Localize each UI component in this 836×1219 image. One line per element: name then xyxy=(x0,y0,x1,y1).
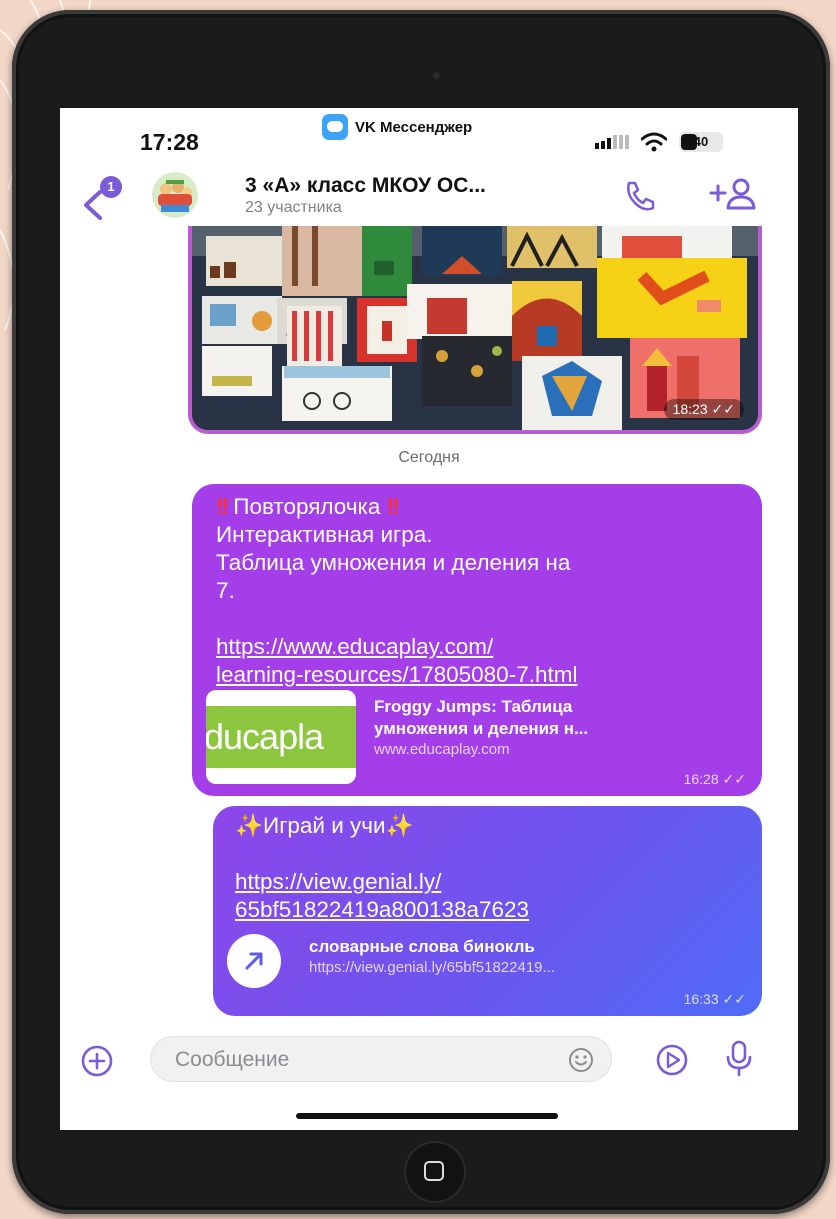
message-input-placeholder: Сообщение xyxy=(175,1048,290,1071)
message-timestamp: 16:28 ✓✓ xyxy=(684,771,746,788)
chat-avatar[interactable] xyxy=(152,172,198,218)
smiley-icon xyxy=(569,1048,593,1072)
home-button-icon xyxy=(424,1161,444,1181)
member-count: 23 участника xyxy=(245,199,342,216)
preview-text: Froggy Jumps: Таблица умножения и делени… xyxy=(374,696,588,784)
double-check-icon: ✓✓ xyxy=(722,991,746,1007)
chat-header: 1 3 «А» класс МКОУ ОС... 23 участника xyxy=(60,166,798,224)
photo-timestamp: 18:23 ✓✓ xyxy=(663,399,744,420)
wifi-icon xyxy=(641,132,667,152)
battery-indicator: 40 xyxy=(679,132,723,152)
arrow-up-right-icon xyxy=(245,952,263,970)
call-button[interactable] xyxy=(622,178,658,214)
play-circle-icon xyxy=(656,1044,688,1076)
message-link[interactable]: https://www.educaplay.com/ learning-reso… xyxy=(216,633,740,689)
preview-text: словарные слова бинокль https://view.gen… xyxy=(309,936,555,988)
link-line: https://view.genial.ly/ xyxy=(235,869,442,894)
preview-url: https://view.genial.ly/65bf51822419... xyxy=(309,959,556,976)
link-line: 65bf51822419a800138a7623 xyxy=(235,897,530,922)
front-camera xyxy=(432,71,441,80)
sparkles-icon: ✨ xyxy=(235,813,264,838)
phone-icon xyxy=(627,181,655,211)
logo-text: ducapla xyxy=(206,716,324,757)
message-title: Повторялочка xyxy=(233,494,381,519)
message-line: Таблица умножения и деления на xyxy=(216,550,571,575)
sparkles-icon: ✨ xyxy=(385,813,414,838)
emoji-button[interactable] xyxy=(567,1046,595,1074)
message-bubble-genially[interactable]: ✨Играй и учи✨ https://view.genial.ly/ 65… xyxy=(213,806,762,1016)
group-avatar-image xyxy=(152,172,198,218)
date-separator: Сегодня xyxy=(398,449,460,466)
status-icons: 40 xyxy=(595,132,723,152)
message-composer: Сообщение xyxy=(60,1032,798,1092)
home-button[interactable] xyxy=(404,1141,466,1203)
message-line: Интерактивная игра. xyxy=(216,522,433,547)
message-line: 7. xyxy=(216,578,235,603)
link-line: https://www.educaplay.com/ xyxy=(216,634,494,659)
plus-circle-icon xyxy=(81,1045,113,1077)
double-exclamation-icon: !! xyxy=(216,494,229,519)
message-link[interactable]: https://view.genial.ly/ 65bf51822419a800… xyxy=(235,868,742,924)
phone-screen: 17:28 VK Мессенджер 40 1 3 «А» класс МКО… xyxy=(60,108,798,1130)
video-message-button[interactable] xyxy=(654,1042,690,1078)
double-check-icon: ✓✓ xyxy=(722,771,746,787)
message-time-text: 16:33 xyxy=(683,991,719,1007)
microphone-icon xyxy=(726,1040,752,1077)
home-indicator[interactable] xyxy=(296,1113,558,1119)
chat-title[interactable]: 3 «А» класс МКОУ ОС... xyxy=(245,174,486,198)
unread-badge: 1 xyxy=(100,176,122,198)
link-preview-educaplay[interactable]: ducapla Froggy Jumps: Таблица умножения … xyxy=(206,690,588,784)
app-name: VK Мессенджер xyxy=(355,118,473,136)
photo-time-text: 18:23 xyxy=(672,401,708,417)
message-bubble-educaplay[interactable]: !! Повторялочка !! Интерактивная игра. Т… xyxy=(192,484,762,796)
link-preview-genially[interactable]: словарные слова бинокль https://view.gen… xyxy=(227,934,555,988)
status-time: 17:28 xyxy=(140,129,199,155)
vk-messenger-app-icon xyxy=(322,114,348,140)
link-preview-icon xyxy=(227,934,281,988)
app-banner[interactable]: VK Мессенджер xyxy=(322,114,472,140)
photo-message[interactable]: 18:23 ✓✓ xyxy=(188,226,762,434)
message-time-text: 16:28 xyxy=(683,771,719,787)
message-title-line: !! Повторялочка !! xyxy=(216,493,740,521)
message-timestamp: 16:33 ✓✓ xyxy=(684,991,746,1008)
educaplay-logo: ducapla xyxy=(206,690,356,784)
add-user-icon xyxy=(709,178,756,210)
double-exclamation-icon: !! xyxy=(386,494,400,519)
message-title-line: ✨Играй и учи✨ xyxy=(235,812,742,840)
voice-message-button[interactable] xyxy=(722,1039,756,1079)
link-line: learning-resources/17805080-7.html xyxy=(216,662,578,687)
message-input[interactable]: Сообщение xyxy=(150,1036,612,1082)
battery-level: 40 xyxy=(693,134,709,149)
double-check-icon: ✓✓ xyxy=(711,401,735,417)
add-member-button[interactable] xyxy=(708,176,760,214)
back-button[interactable]: 1 xyxy=(80,176,130,220)
preview-url: www.educaplay.com xyxy=(374,741,510,758)
attach-button[interactable] xyxy=(80,1044,114,1078)
preview-title: Froggy Jumps: Таблица xyxy=(374,697,573,716)
preview-title: умножения и деления н... xyxy=(374,719,589,738)
message-title: Играй и учи xyxy=(263,813,386,838)
cellular-signal-icon xyxy=(595,135,629,149)
preview-title: словарные слова бинокль xyxy=(309,937,535,956)
